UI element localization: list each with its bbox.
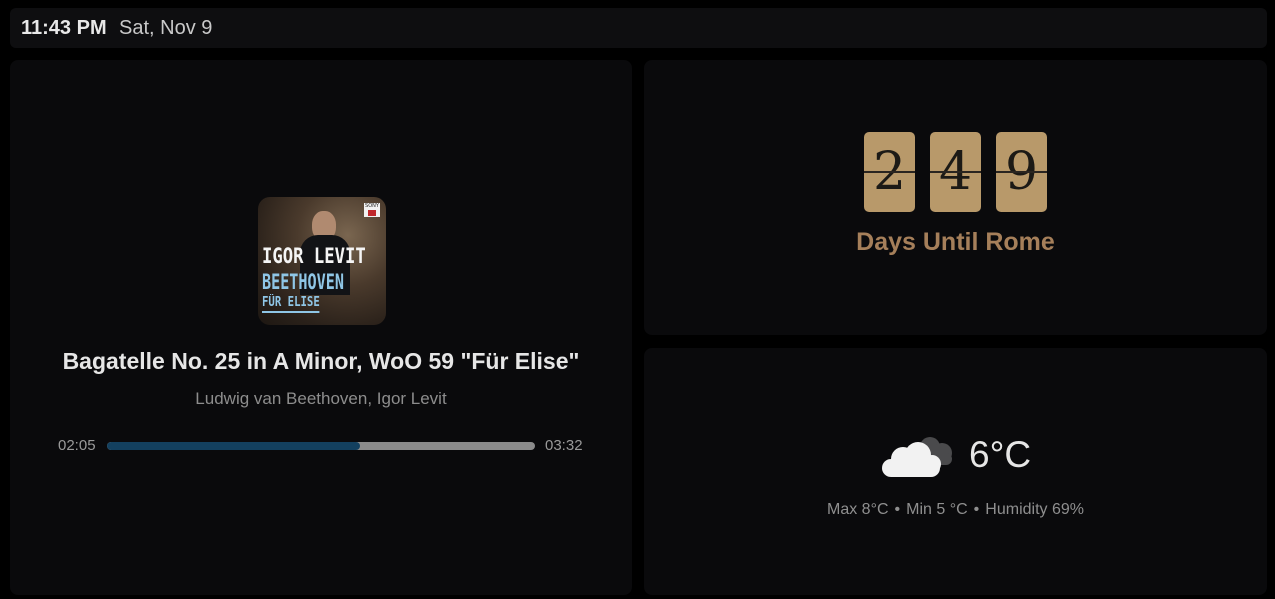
track-title: Bagatelle No. 25 in A Minor, WoO 59 "Für… — [62, 348, 580, 374]
max-temperature: Max 8°C — [827, 501, 889, 518]
countdown-label: Days Until Rome — [856, 228, 1055, 256]
weather-details: Max 8°C • Min 5 °C • Humidity 69% — [644, 501, 1267, 519]
playback-position: 02:05 — [58, 437, 96, 454]
separator-dot: • — [894, 501, 901, 518]
clock-date: Sat, Nov 9 — [119, 17, 213, 39]
min-temperature: Min 5 °C — [906, 501, 968, 518]
playback-progress-fill — [107, 442, 360, 450]
countdown-card[interactable]: 2 4 9 Days Until Rome — [644, 60, 1267, 335]
album-art-artist: IGOR LEVIT — [262, 244, 366, 268]
track-artist: Ludwig van Beethoven, Igor Levit — [195, 389, 447, 408]
track-duration: 03:32 — [545, 437, 583, 454]
countdown-digit: 9 — [996, 132, 1047, 212]
countdown-digit: 4 — [930, 132, 981, 212]
countdown-digit: 2 — [864, 132, 915, 212]
media-player-card[interactable]: SONY IGOR LEVIT BEETHOVEN FÜR ELISE Baga… — [10, 60, 632, 595]
cloudy-icon — [882, 437, 952, 477]
record-label-logo: SONY — [364, 203, 380, 217]
separator-dot: • — [973, 501, 980, 518]
current-temperature: 6°C — [969, 434, 1032, 475]
album-art[interactable]: SONY IGOR LEVIT BEETHOVEN FÜR ELISE — [258, 197, 386, 325]
clock-time: 11:43 PM — [21, 17, 107, 39]
weather-card[interactable]: 6°C Max 8°C • Min 5 °C • Humidity 69% — [644, 348, 1267, 595]
album-art-composer: BEETHOVEN — [262, 270, 344, 294]
humidity: Humidity 69% — [985, 501, 1084, 518]
countdown-digits: 2 4 9 — [864, 132, 1047, 212]
playback-progress-bar[interactable] — [107, 442, 535, 450]
album-art-subtitle: FÜR ELISE — [262, 295, 320, 313]
status-bar: 11:43 PM Sat, Nov 9 — [10, 8, 1267, 48]
